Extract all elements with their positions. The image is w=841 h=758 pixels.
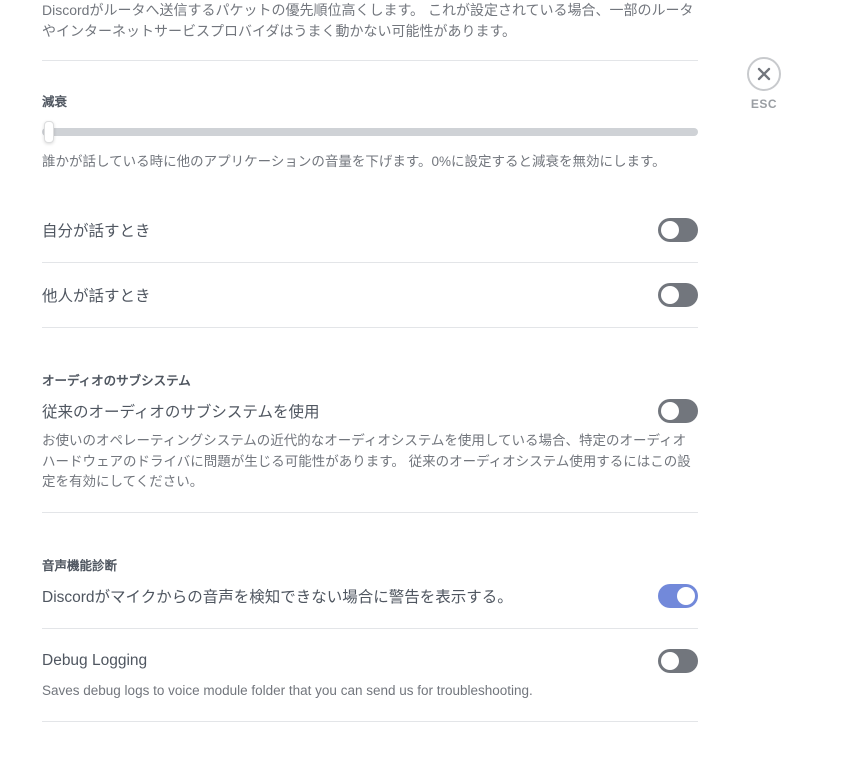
divider [42, 60, 698, 61]
slider-track [42, 128, 698, 136]
when-i-speak-row: 自分が話すとき [42, 198, 698, 262]
debug-logging-description: Saves debug logs to voice module folder … [42, 681, 698, 701]
toggle-knob [661, 286, 679, 304]
when-i-speak-toggle[interactable] [658, 218, 698, 242]
legacy-audio-toggle[interactable] [658, 399, 698, 423]
when-i-speak-label: 自分が話すとき [42, 219, 151, 241]
when-others-speak-row: 他人が話すとき [42, 263, 698, 327]
toggle-knob [661, 652, 679, 670]
divider [42, 721, 698, 722]
esc-label: ESC [751, 97, 777, 111]
mic-warning-row: Discordがマイクからの音声を検知できない場合に警告を表示する。 [42, 582, 698, 628]
slider-thumb[interactable] [44, 121, 54, 143]
toggle-knob [677, 587, 695, 605]
toggle-knob [661, 221, 679, 239]
attenuation-header: 減衰 [42, 91, 698, 110]
mic-warning-toggle[interactable] [658, 584, 698, 608]
when-others-speak-label: 他人が話すとき [42, 284, 151, 306]
close-container: ESC [747, 57, 781, 111]
when-others-speak-toggle[interactable] [658, 283, 698, 307]
legacy-audio-label: 従来のオーディオのサブシステムを使用 [42, 400, 319, 422]
legacy-audio-description: お使いのオペレーティングシステムの近代的なオーディオシステムを使用している場合、… [42, 431, 698, 492]
qos-description: Discordがルータへ送信するパケットの優先順位高くします。 これが設定されて… [42, 0, 698, 42]
attenuation-description: 誰かが話している時に他のアプリケーションの音量を下げます。0%に設定すると減衰を… [42, 152, 698, 172]
debug-logging-toggle[interactable] [658, 649, 698, 673]
toggle-knob [661, 402, 679, 420]
attenuation-slider[interactable] [42, 128, 698, 136]
close-button[interactable] [747, 57, 781, 91]
close-icon [756, 66, 772, 82]
audio-subsystem-header: オーディオのサブシステム [42, 370, 698, 389]
voice-diagnostics-header: 音声機能診断 [42, 555, 698, 574]
mic-warning-label: Discordがマイクからの音声を検知できない場合に警告を表示する。 [42, 585, 513, 607]
debug-logging-label: Debug Logging [42, 652, 147, 670]
